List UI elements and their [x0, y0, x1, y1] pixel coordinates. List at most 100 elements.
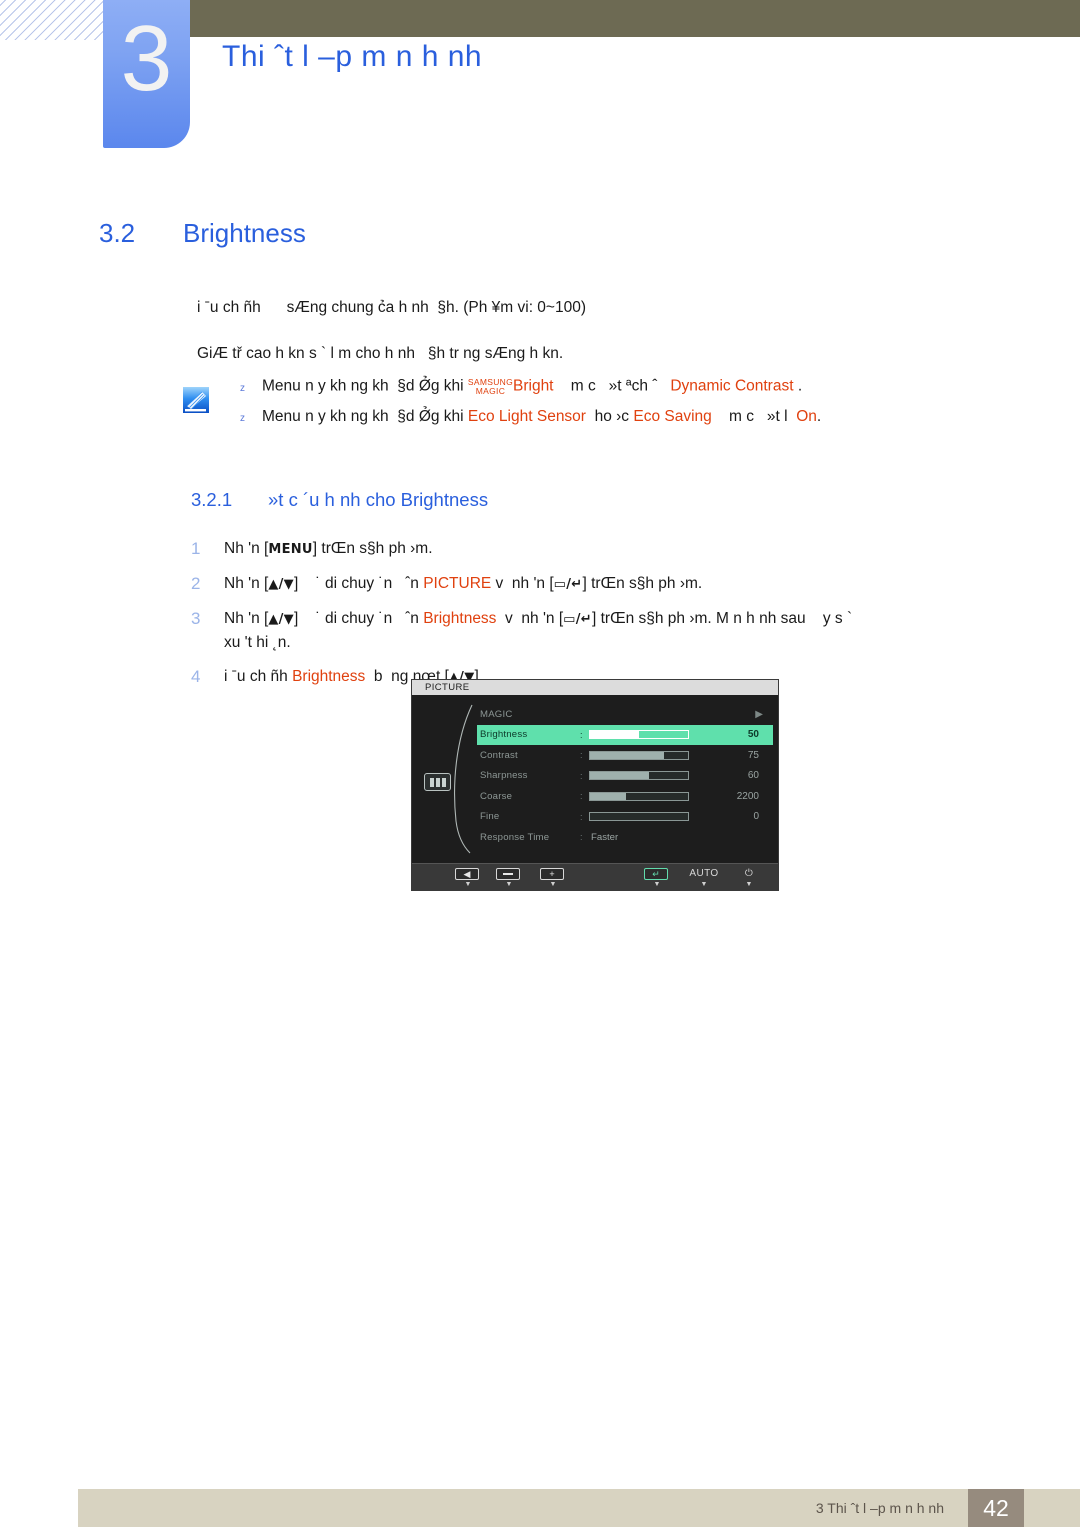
chapter-tab: 3 [103, 0, 190, 148]
text-run: ] trŒn s§h ph ›m. [312, 540, 433, 557]
note-bullet-text: Menu n y kh ng kh §d Ø̉g khi SAMSUNG MAGI… [262, 377, 802, 396]
chevron-down-icon: ▼ [549, 881, 557, 888]
section-title: Brightness [183, 218, 306, 248]
highlighted-term: On [796, 408, 817, 425]
page-header: 3 Thi ˆt l –p m n h nh [0, 0, 1080, 160]
osd-slider[interactable] [589, 750, 689, 760]
osd-row-coarse[interactable]: Coarse: 2200 [477, 786, 773, 807]
osd-plus-button-key: + [540, 868, 564, 880]
note-pencil-icon [182, 386, 211, 415]
note-bullet-text: Menu n y kh ng kh §d Ø̉g khi Eco Light S… [262, 408, 821, 426]
osd-slider[interactable] [589, 730, 689, 740]
chevron-down-icon: ▼ [464, 881, 472, 888]
osd-slider-fill [590, 792, 627, 800]
note-bullet-line: z Menu n y kh ng kh §d Ø̉g khi SAMSUNG MAG… [240, 377, 821, 408]
highlighted-term: Eco Light Sensor [467, 408, 586, 425]
osd-row-response-time[interactable]: Response Time: Faster [477, 827, 773, 848]
osd-toolbar: ◀ ▼ ▼ + ▼ ↵ ▼ AUTO ▼ ⏻ ▼ [412, 863, 778, 891]
osd-row-colon: : [580, 729, 583, 740]
osd-power-button-label: ⏻ [744, 868, 754, 879]
text-run: ] trŒn s§h ph ›m. [582, 575, 703, 592]
samsung-magic-logotype: SAMSUNG MAGIC [467, 377, 513, 396]
section-heading: 3.2 Brightness [99, 218, 306, 249]
text-run: ho ›c [585, 408, 634, 425]
step-text: Nh 'n [▲/▼] ˙ di chuy ˙n ˆn Brightness v… [224, 607, 852, 654]
step-number: 1 [191, 539, 201, 558]
text-run: v nh 'n [ [496, 610, 564, 627]
picture-bars-icon [424, 773, 451, 791]
key-label: ▭/↵ [553, 577, 583, 592]
osd-slider-value: 60 [747, 770, 759, 782]
text-run: ] ˙ di chuy ˙n ˆn [293, 610, 424, 627]
text-run: Nh 'n [ [224, 610, 269, 627]
subsection-number: 3.2.1 [191, 489, 233, 510]
osd-minus-button-key [496, 868, 520, 880]
step-number: 2 [191, 574, 201, 593]
osd-slider[interactable] [589, 812, 689, 822]
section-range-paragraph: i ˉu ch ñh sÆng chung c̉a h nh §h. (Ph ¥… [197, 299, 587, 316]
osd-row-colon: : [580, 770, 583, 781]
footer-chapter-text: 3 Thi ˆt l –p m n h nh [815, 1500, 944, 1516]
osd-row-colon: : [580, 832, 583, 843]
osd-slider-fill [590, 772, 649, 780]
step-item: 1 Nh 'n [MENU] trŒn s§h ph ›m. [191, 537, 1021, 561]
osd-back-button[interactable]: ◀ ▼ [455, 868, 481, 889]
osd-slider-value: 75 [747, 749, 759, 761]
osd-row-contrast[interactable]: Contrast: 75 [477, 745, 773, 766]
note-list: z Menu n y kh ng kh §d Ø̉g khi SAMSUNG MAG… [240, 377, 821, 439]
step-text: Nh 'n [▲/▼] ˙ di chuy ˙n ˆn PICTURE v nh… [224, 572, 702, 596]
osd-slider-fill [590, 731, 639, 739]
osd-row-value: Faster [591, 831, 619, 843]
subsection-title: »t c ´u h nh cho Brightness [268, 489, 489, 510]
highlighted-term: Dynamic Contrast [670, 377, 794, 395]
header-olive-bar [190, 0, 1080, 37]
text-run: v nh 'n [ [491, 575, 554, 592]
chevron-down-icon: ▼ [653, 881, 661, 888]
osd-row-label: Brightness [480, 729, 528, 741]
steps-list: 1 Nh 'n [MENU] trŒn s§h ph ›m. 2 Nh 'n [▲/▼… [191, 537, 1021, 700]
step-item: 2 Nh 'n [▲/▼] ˙ di chuy ˙n ˆn PICTURE v n… [191, 572, 1021, 596]
chevron-down-icon: ▼ [745, 881, 753, 888]
key-label: ▭/↵ [563, 612, 592, 627]
osd-row-sharpness[interactable]: Sharpness: 60 [477, 766, 773, 787]
key-label: MENU [268, 542, 313, 557]
highlighted-term: Eco Saving [633, 408, 712, 425]
osd-row-magic[interactable]: MAGIC ▶ [477, 704, 773, 725]
osd-power-button[interactable]: ⏻ ▼ [736, 868, 762, 889]
osd-title: PICTURE [412, 680, 778, 695]
page-footer: 3 Thi ˆt l –p m n h nh 42 [78, 1489, 1080, 1527]
osd-back-button-key: ◀ [455, 868, 479, 880]
osd-slider-value: 50 [747, 729, 759, 741]
highlighted-term: PICTURE [423, 575, 492, 592]
osd-row-colon: : [580, 811, 583, 822]
osd-slider-value: 0 [753, 811, 759, 823]
osd-row-label: Fine [480, 811, 500, 823]
note-bullet-marker: z [240, 413, 245, 424]
chevron-down-icon: ▼ [505, 881, 513, 888]
osd-enter-button[interactable]: ↵ ▼ [644, 868, 670, 889]
step-number: 3 [191, 609, 201, 628]
osd-slider[interactable] [589, 791, 689, 801]
osd-plus-button[interactable]: + ▼ [540, 868, 566, 889]
text-run: Nh 'n [ [224, 540, 269, 557]
osd-minus-button[interactable]: ▼ [496, 868, 522, 889]
text-run: i ˉu ch ñh [224, 668, 293, 685]
osd-row-colon: : [580, 750, 583, 761]
osd-row-brightness[interactable]: Brightness: 50 [477, 724, 773, 745]
text-run: ] ˙ di chuy ˙n ˆn [293, 575, 424, 592]
key-label: ▲/▼ [268, 612, 294, 627]
osd-enter-button-key: ↵ [644, 868, 668, 880]
osd-row-label: Contrast [480, 749, 518, 761]
text-run: . [816, 408, 822, 425]
page-number-box: 42 [968, 1489, 1024, 1527]
osd-row-fine[interactable]: Fine: 0 [477, 807, 773, 828]
osd-auto-button-label: AUTO [689, 868, 719, 879]
osd-auto-button[interactable]: AUTO ▼ [684, 868, 724, 889]
osd-slider[interactable] [589, 771, 689, 781]
osd-body: MAGIC ▶ Brightness: 50 Contrast: 75 Sharpness:… [412, 695, 778, 863]
chevron-down-icon: ▼ [700, 881, 708, 888]
subsection-heading: 3.2.1 »t c ´u h nh cho Brightness [191, 489, 488, 511]
chapter-number: 3 [120, 6, 173, 110]
osd-row-label: Sharpness [480, 770, 528, 782]
highlighted-term: Brightness [423, 610, 497, 627]
